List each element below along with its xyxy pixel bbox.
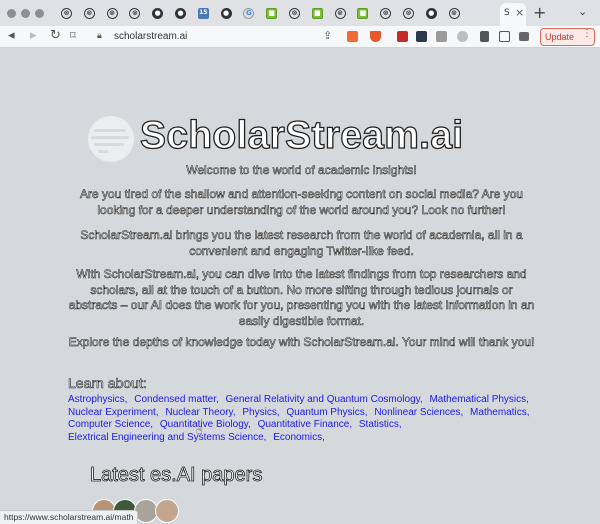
new-tab-button[interactable]: + — [533, 3, 546, 22]
topic-link[interactable]: Condensed matter, — [134, 394, 219, 405]
extension-dark-icon[interactable] — [416, 31, 427, 42]
topic-link[interactable]: Economics, — [273, 432, 325, 443]
web-page: ScholarStream.ai Welcome to the world of… — [0, 49, 600, 524]
browser-tab[interactable]: ⊗ — [103, 4, 122, 23]
app-icon: ■ — [311, 8, 323, 19]
browser-tab[interactable]: ⊗ — [125, 4, 144, 23]
sidebar-icon[interactable] — [499, 31, 510, 42]
menu-icon[interactable]: ⋮ — [582, 28, 592, 39]
browser-tab[interactable]: ⊗ — [285, 4, 304, 23]
browser-tab[interactable]: ■ — [262, 4, 281, 23]
topic-link[interactable]: General Relativity and Quantum Cosmology… — [226, 394, 423, 405]
browser-tab[interactable]: ● — [171, 4, 190, 23]
scholarstream-favicon: S — [504, 8, 510, 18]
intro-paragraph: Are you tired of the shallow and attenti… — [80, 187, 524, 217]
back-icon[interactable]: ◂ — [8, 29, 15, 43]
browser-tab[interactable]: ⊗ — [80, 4, 99, 23]
openai-icon: ⊗ — [129, 8, 141, 19]
browser-tab[interactable]: ● — [217, 4, 236, 23]
browser-tab[interactable]: ⊗ — [399, 4, 418, 23]
tab-search-icon[interactable]: ⌄ — [578, 5, 587, 18]
openai-icon: ⊗ — [403, 8, 414, 19]
browser-tab[interactable]: ⊗ — [57, 4, 76, 23]
status-bar-url: https://www.scholarstream.ai/math — [0, 510, 139, 524]
google-icon: G — [243, 8, 255, 19]
reload-icon[interactable]: ↻ — [50, 29, 61, 43]
minimize-window-button[interactable] — [21, 9, 30, 18]
closing-paragraph: Explore the depths of knowledge today wi… — [68, 335, 535, 350]
openai-icon: ⊗ — [334, 8, 346, 19]
topic-link[interactable]: Quantum Physics, — [286, 407, 367, 418]
browser-toolbar: ◂ ▸ ↻ ⌑ 🔒︎ scholarstream.ai ⇪ Update ⋮ — [0, 26, 600, 48]
topic-link[interactable]: Astrophysics, — [68, 394, 127, 405]
app-icon: ■ — [357, 8, 369, 19]
topic-link[interactable]: Nuclear Experiment, — [68, 407, 159, 418]
topic-link[interactable]: Elextrical Engineering and Systems Scien… — [68, 432, 266, 443]
browser-tab[interactable]: ■ — [353, 4, 372, 23]
topic-link[interactable]: Computer Science, — [68, 419, 153, 430]
browser-tab[interactable]: ● — [422, 4, 441, 23]
badge-icon: 15 — [197, 8, 209, 19]
topic-link[interactable]: Physics, — [242, 407, 279, 418]
site-title: ScholarStream.ai — [139, 113, 464, 157]
topic-link[interactable]: Mathematics, — [470, 407, 529, 418]
topic-links: Astrophysics, Condensed matter, General … — [68, 394, 548, 444]
latest-papers-heading: Latest es.AI papers — [90, 464, 263, 487]
openai-icon: ⊗ — [448, 8, 460, 19]
app-icon: ■ — [266, 8, 278, 19]
avatar[interactable] — [155, 499, 179, 523]
topic-link[interactable]: Nonlinear Sciences, — [374, 407, 463, 418]
topic-link[interactable]: Quantitative Finance, — [258, 419, 353, 430]
openai-icon: ⊗ — [380, 8, 392, 19]
learn-about-heading: Learn about: — [68, 375, 147, 392]
logo-icon — [88, 116, 134, 162]
active-tab[interactable]: S × — [500, 3, 526, 26]
extension-circle-icon[interactable] — [457, 31, 468, 42]
github-icon: ● — [220, 8, 232, 19]
topic-link[interactable]: Nuclear Theory, — [165, 407, 235, 418]
openai-icon: ⊗ — [83, 8, 95, 19]
openai-icon: ⊗ — [106, 8, 118, 19]
bookmark-icon[interactable]: ⌑ — [70, 29, 76, 43]
wallet-icon[interactable] — [519, 32, 529, 41]
feature-paragraph: ScholarStream.ai brings you the latest r… — [80, 228, 523, 258]
browser-tab[interactable]: 15 — [194, 4, 213, 23]
extension-grey-icon[interactable] — [436, 31, 447, 42]
browser-tab[interactable]: ■ — [308, 4, 327, 23]
browser-tab[interactable]: G — [239, 4, 258, 23]
address-text[interactable]: scholarstream.ai — [114, 31, 187, 42]
description-paragraph: With ScholarStream.ai, you can dive into… — [68, 267, 535, 328]
tab-bar: ⊗ ⊗ ⊗ ⊗ ● ● 15 ● G ■ ⊗ ■ ⊗ ■ ⊗ ⊗ ● ⊗ S × + ⌄ — [0, 0, 600, 26]
share-icon[interactable]: ⇪ — [323, 29, 332, 42]
openai-icon: ⊗ — [61, 8, 72, 19]
browser-tab[interactable]: ⊗ — [445, 4, 464, 23]
welcome-text: Welcome to the world of academic insight… — [186, 163, 417, 178]
topic-link[interactable]: Mathematical Physics, — [429, 394, 528, 405]
openai-icon: ⊗ — [289, 8, 300, 19]
close-tab-icon[interactable]: × — [515, 6, 524, 19]
browser-tab[interactable]: ● — [148, 4, 167, 23]
github-icon: ● — [425, 8, 437, 19]
github-icon: ● — [152, 8, 164, 19]
brave-rewards-icon[interactable] — [370, 31, 381, 42]
brave-shield-icon[interactable] — [347, 31, 358, 42]
browser-tab[interactable]: ⊗ — [376, 4, 395, 23]
extensions-puzzle-icon[interactable] — [480, 31, 489, 42]
github-icon: ● — [175, 8, 186, 19]
forward-icon[interactable]: ▸ — [30, 29, 37, 43]
address-bar[interactable]: 🔒︎ scholarstream.ai ⇪ — [90, 28, 341, 46]
extension-red-icon[interactable] — [397, 31, 408, 42]
topic-link[interactable]: Statistics, — [359, 419, 402, 430]
browser-tab[interactable]: ⊗ — [331, 4, 350, 23]
close-window-button[interactable] — [7, 9, 16, 18]
lock-icon: 🔒︎ — [97, 31, 102, 41]
maximize-window-button[interactable] — [35, 9, 44, 18]
hand-cursor-icon: ☝ — [196, 424, 203, 437]
topic-link[interactable]: Quantitative Biology, — [160, 419, 251, 430]
